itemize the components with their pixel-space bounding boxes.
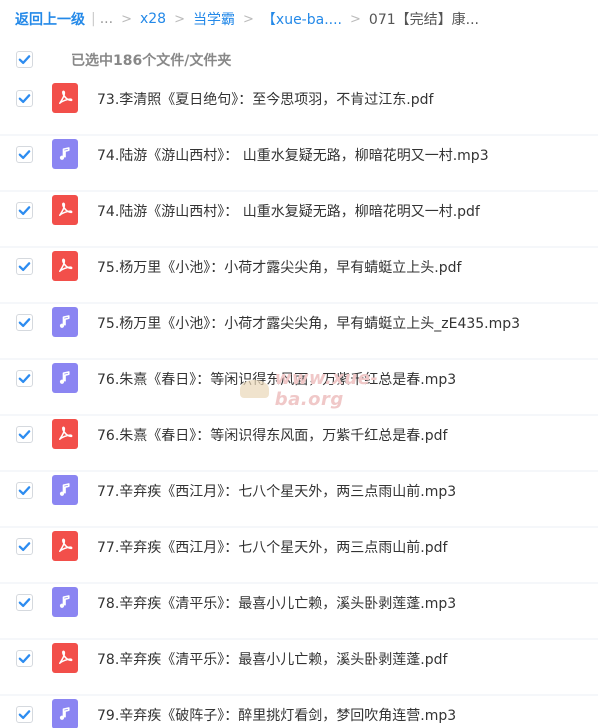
breadcrumb-current: 071【完结】康... bbox=[368, 12, 479, 28]
file-name[interactable]: 75.杨万里《小池》：小荷才露尖尖角，早有蜻蜓立上头_zE435.mp3 bbox=[97, 313, 520, 333]
music-note-icon bbox=[52, 587, 78, 617]
file-name[interactable]: 79.辛弃疾《破阵子》：醉里挑灯看剑，梦回吹角连营.mp3 bbox=[97, 705, 456, 725]
header: 返回上一级 | ... > x28 > 当学霸 > 【xue-ba.... > … bbox=[0, 0, 598, 80]
selection-count-text: 已选中186个文件/文件夹 bbox=[71, 53, 232, 69]
checkmark-icon bbox=[18, 373, 31, 383]
file-name[interactable]: 78.辛弃疾《清平乐》：最喜小儿亡赖，溪头卧剥莲蓬.mp3 bbox=[97, 593, 456, 613]
file-checkbox[interactable] bbox=[16, 705, 33, 723]
file-row[interactable]: 76.朱熹《春日》：等闲识得东风面，万紫千红总是春.pdf bbox=[0, 416, 598, 470]
checkmark-icon bbox=[18, 55, 31, 64]
checkmark-icon bbox=[18, 261, 31, 271]
file-row[interactable]: 77.辛弃疾《西江月》：七八个星天外，两三点雨山前.mp3 bbox=[0, 472, 598, 526]
file-name[interactable]: 77.辛弃疾《西江月》：七八个星天外，两三点雨山前.pdf bbox=[97, 537, 447, 557]
file-name[interactable]: 76.朱熹《春日》：等闲识得东风面，万紫千红总是春.mp3 bbox=[97, 369, 456, 389]
breadcrumb-item-xue-ba[interactable]: 【xue-ba.... bbox=[262, 9, 342, 29]
breadcrumb-ellipsis[interactable]: ... bbox=[100, 11, 113, 27]
breadcrumb-item-x28[interactable]: x28 bbox=[140, 11, 166, 27]
checkmark-icon bbox=[18, 709, 31, 719]
file-row[interactable]: 73.李清照《夏日绝句》：至今思项羽，不肯过江东.pdf bbox=[0, 80, 598, 134]
breadcrumb: 返回上一级 | ... > x28 > 当学霸 > 【xue-ba.... > … bbox=[15, 8, 479, 30]
checkmark-icon bbox=[18, 205, 31, 215]
file-name[interactable]: 78.辛弃疾《清平乐》：最喜小儿亡赖，溪头卧剥莲蓬.pdf bbox=[97, 649, 447, 669]
file-checkbox[interactable] bbox=[16, 425, 33, 443]
checkmark-icon bbox=[18, 485, 31, 495]
file-checkbox[interactable] bbox=[16, 313, 33, 331]
select-all-checkbox[interactable] bbox=[16, 51, 33, 68]
checkmark-icon bbox=[18, 653, 31, 663]
checkmark-icon bbox=[18, 597, 31, 607]
checkmark-icon bbox=[18, 149, 31, 159]
file-row[interactable]: 74.陆游《游山西村》： 山重水复疑无路，柳暗花明又一村.mp3 bbox=[0, 136, 598, 190]
file-checkbox[interactable] bbox=[16, 201, 33, 219]
back-link[interactable]: 返回上一级 bbox=[15, 9, 85, 29]
file-checkbox[interactable] bbox=[16, 257, 33, 275]
breadcrumb-separator: > bbox=[243, 11, 254, 27]
file-checkbox[interactable] bbox=[16, 89, 33, 107]
pdf-icon bbox=[52, 83, 78, 113]
file-row[interactable]: 78.辛弃疾《清平乐》：最喜小儿亡赖，溪头卧剥莲蓬.pdf bbox=[0, 640, 598, 694]
file-checkbox[interactable] bbox=[16, 369, 33, 387]
file-row[interactable]: 76.朱熹《春日》：等闲识得东风面，万紫千红总是春.mp3 bbox=[0, 360, 598, 414]
selection-bar: 已选中186个文件/文件夹 bbox=[0, 46, 598, 74]
file-row[interactable]: 77.辛弃疾《西江月》：七八个星天外，两三点雨山前.pdf bbox=[0, 528, 598, 582]
file-row[interactable]: 78.辛弃疾《清平乐》：最喜小儿亡赖，溪头卧剥莲蓬.mp3 bbox=[0, 584, 598, 638]
checkmark-icon bbox=[18, 541, 31, 551]
music-note-icon bbox=[52, 307, 78, 337]
breadcrumb-pipe: | bbox=[91, 11, 96, 27]
file-checkbox[interactable] bbox=[16, 537, 33, 555]
file-name[interactable]: 74.陆游《游山西村》： 山重水复疑无路，柳暗花明又一村.pdf bbox=[97, 201, 480, 221]
file-checkbox[interactable] bbox=[16, 593, 33, 611]
pdf-icon bbox=[52, 531, 78, 561]
file-name[interactable]: 75.杨万里《小池》：小荷才露尖尖角，早有蜻蜓立上头.pdf bbox=[97, 257, 461, 277]
file-row[interactable]: 75.杨万里《小池》：小荷才露尖尖角，早有蜻蜓立上头.pdf bbox=[0, 248, 598, 302]
breadcrumb-separator: > bbox=[174, 11, 185, 27]
file-name[interactable]: 77.辛弃疾《西江月》：七八个星天外，两三点雨山前.mp3 bbox=[97, 481, 456, 501]
file-row[interactable]: 79.辛弃疾《破阵子》：醉里挑灯看剑，梦回吹角连营.mp3 bbox=[0, 696, 598, 728]
breadcrumb-separator: > bbox=[121, 11, 132, 27]
pdf-icon bbox=[52, 643, 78, 673]
pdf-icon bbox=[52, 419, 78, 449]
checkmark-icon bbox=[18, 93, 31, 103]
file-checkbox[interactable] bbox=[16, 649, 33, 667]
file-row[interactable]: 75.杨万里《小池》：小荷才露尖尖角，早有蜻蜓立上头_zE435.mp3 bbox=[0, 304, 598, 358]
music-note-icon bbox=[52, 139, 78, 169]
file-name[interactable]: 73.李清照《夏日绝句》：至今思项羽，不肯过江东.pdf bbox=[97, 89, 433, 109]
file-checkbox[interactable] bbox=[16, 481, 33, 499]
music-note-icon bbox=[52, 475, 78, 505]
pdf-icon bbox=[52, 195, 78, 225]
checkmark-icon bbox=[18, 317, 31, 327]
file-row[interactable]: 74.陆游《游山西村》： 山重水复疑无路，柳暗花明又一村.pdf bbox=[0, 192, 598, 246]
file-checkbox[interactable] bbox=[16, 145, 33, 163]
file-name[interactable]: 74.陆游《游山西村》： 山重水复疑无路，柳暗花明又一村.mp3 bbox=[97, 145, 489, 165]
file-name[interactable]: 76.朱熹《春日》：等闲识得东风面，万紫千红总是春.pdf bbox=[97, 425, 447, 445]
breadcrumb-item-dangxueba[interactable]: 当学霸 bbox=[193, 9, 235, 29]
breadcrumb-separator: > bbox=[350, 11, 361, 27]
checkmark-icon bbox=[18, 429, 31, 439]
music-note-icon bbox=[52, 363, 78, 393]
music-note-icon bbox=[52, 699, 78, 728]
pdf-icon bbox=[52, 251, 78, 281]
file-list: 73.李清照《夏日绝句》：至今思项羽，不肯过江东.pdf 74.陆游《游山西村》：… bbox=[0, 80, 598, 728]
